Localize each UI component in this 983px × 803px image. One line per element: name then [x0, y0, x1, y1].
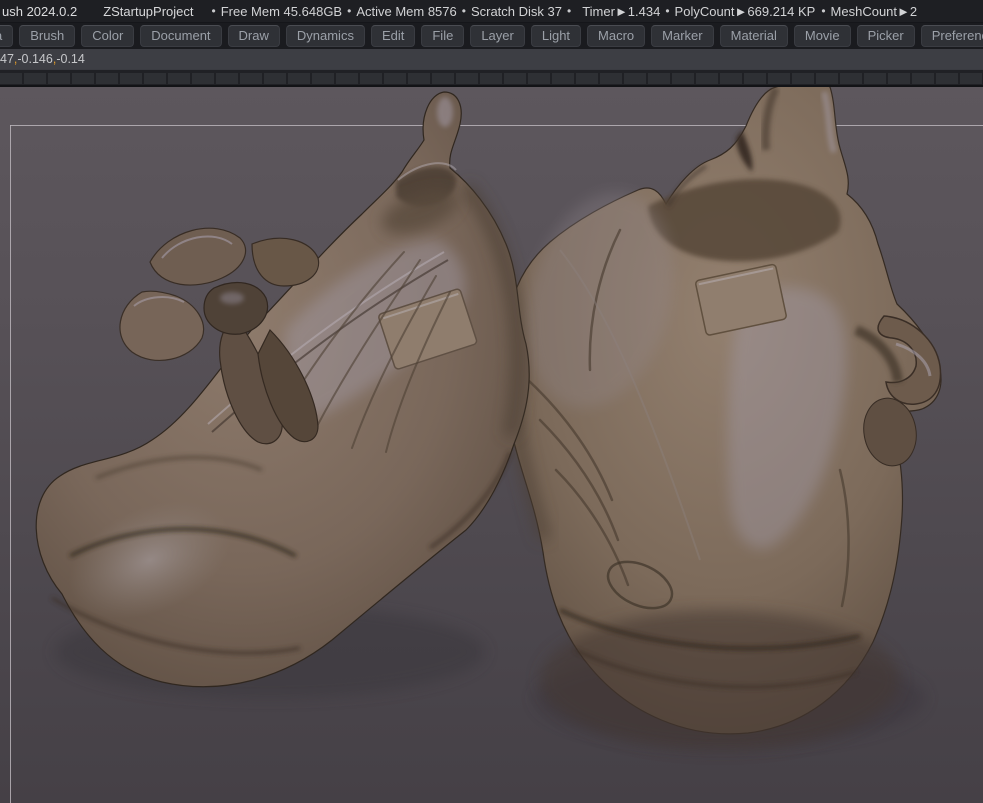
menu-edit[interactable]: Edit	[371, 25, 415, 47]
stat-active-mem: Active Mem 8576	[356, 4, 456, 19]
stat-scratch-disk: Scratch Disk 37	[471, 4, 562, 19]
bullet-separator: •	[462, 4, 466, 18]
menu-document[interactable]: Document	[140, 25, 221, 47]
left-shoe	[8, 92, 529, 687]
menu-alpha-partial[interactable]: a	[0, 25, 13, 47]
menu-file[interactable]: File	[421, 25, 464, 47]
menu-color[interactable]: Color	[81, 25, 134, 47]
menu-macro[interactable]: Macro	[587, 25, 645, 47]
coordinate-bar: 47,-0.146,-0.14	[0, 49, 983, 69]
app-version-label: ush 2024.0.2	[2, 4, 77, 19]
menu-brush[interactable]: Brush	[19, 25, 75, 47]
sculpted-sneakers	[0, 87, 983, 803]
stat-polycount: PolyCount►669.214 KP	[675, 4, 816, 19]
menu-draw[interactable]: Draw	[228, 25, 280, 47]
right-shoe	[504, 87, 941, 750]
menu-dynamics[interactable]: Dynamics	[286, 25, 365, 47]
menu-layer[interactable]: Layer	[470, 25, 525, 47]
stat-timer: Timer►1.434	[582, 4, 660, 19]
menu-preferences[interactable]: Preferences	[921, 25, 983, 47]
coordinate-x: 47	[0, 52, 14, 66]
stat-free-mem: Free Mem 45.648GB	[221, 4, 342, 19]
shelf-tray	[0, 69, 983, 87]
title-bar: ush 2024.0.2 ZStartupProject • Free Mem …	[0, 0, 983, 23]
zbrush-window: { "titlebar": { "app_version": "ush 2024…	[0, 0, 983, 803]
bullet-separator: •	[567, 4, 571, 18]
project-name: ZStartupProject	[103, 4, 193, 19]
stat-meshcount: MeshCount►2	[831, 4, 918, 19]
menu-bar: a Brush Color Document Draw Dynamics Edi…	[0, 23, 983, 49]
menu-light[interactable]: Light	[531, 25, 581, 47]
coordinate-y: -0.146	[17, 52, 52, 66]
menu-picker[interactable]: Picker	[857, 25, 915, 47]
menu-movie[interactable]: Movie	[794, 25, 851, 47]
menu-material[interactable]: Material	[720, 25, 788, 47]
bullet-separator: •	[821, 4, 825, 18]
bullet-separator: •	[212, 4, 216, 18]
bullet-separator: •	[665, 4, 669, 18]
menu-marker[interactable]: Marker	[651, 25, 713, 47]
bullet-separator: •	[347, 4, 351, 18]
viewport-canvas[interactable]	[0, 87, 983, 803]
coordinate-z: -0.14	[56, 52, 85, 66]
shelf-slots	[0, 73, 983, 84]
